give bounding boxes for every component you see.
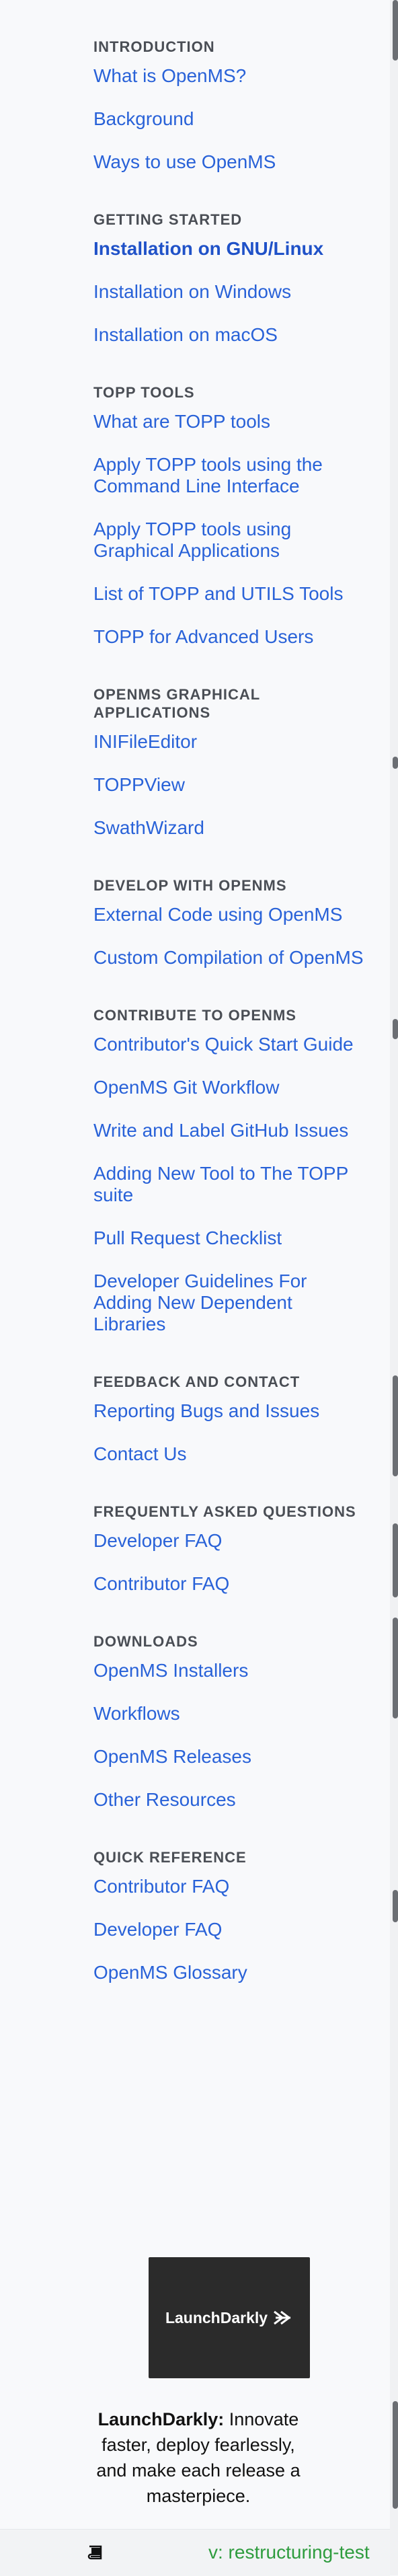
sidebar-section-caption: INTRODUCTION (93, 38, 215, 55)
launchdarkly-arrow-icon (274, 2310, 291, 2325)
sidebar-section: FEEDBACK AND CONTACT Reporting Bugs and I… (93, 1373, 369, 1465)
sidebar-section-caption: OPENMS GRAPHICAL APPLICATIONS (93, 686, 260, 721)
sidebar-link[interactable]: Apply TOPP tools using the Command Line … (93, 454, 369, 497)
sidebar-section: FREQUENTLY ASKED QUESTIONS Developer FAQ C… (93, 1503, 369, 1595)
version-footer[interactable]: v: restructuring-test (0, 2529, 390, 2576)
sidebar-link[interactable]: Developer Guidelines For Adding New Depe… (93, 1271, 369, 1335)
sidebar-section-caption: FEEDBACK AND CONTACT (93, 1373, 301, 1390)
scrollbar-mark (393, 1890, 398, 1922)
sidebar-link[interactable]: Apply TOPP tools using Graphical Applica… (93, 519, 369, 562)
sidebar-link[interactable]: OpenMS Git Workflow (93, 1077, 369, 1098)
sidebar-nav: INTRODUCTION What is OpenMS? Background Way… (93, 38, 369, 2005)
sidebar-link[interactable]: Background (93, 108, 369, 130)
sidebar-link[interactable]: List of TOPP and UTILS Tools (93, 583, 369, 605)
sidebar-section: INTRODUCTION What is OpenMS? Background Way… (93, 38, 369, 173)
sponsor-ad-headline: LaunchDarkly: (97, 2409, 225, 2429)
sidebar-link[interactable]: Reporting Bugs and Issues (93, 1400, 369, 1422)
sidebar-link[interactable]: Contributor FAQ (93, 1573, 369, 1595)
sidebar-link[interactable]: TOPP for Advanced Users (93, 626, 369, 648)
sidebar-section: TOPP TOOLS What are TOPP tools Apply TOPP … (93, 383, 369, 648)
sidebar-link[interactable]: Other Resources (93, 1789, 369, 1811)
scrollbar-mark (393, 1618, 398, 1718)
sidebar-section: DOWNLOADS OpenMS Installers Workflows OpenM… (93, 1632, 369, 1811)
sidebar-section: OPENMS GRAPHICAL APPLICATIONS INIFileEdit… (93, 685, 369, 839)
sidebar-link[interactable]: Pull Request Checklist (93, 1227, 369, 1249)
sidebar-section-caption: TOPP TOOLS (93, 384, 195, 401)
sponsor-ad-image[interactable]: LaunchDarkly (149, 2257, 310, 2378)
sidebar-section: QUICK REFERENCE Contributor FAQ Developer … (93, 1848, 369, 1983)
sidebar-section-caption: DOWNLOADS (93, 1633, 198, 1650)
sidebar-link[interactable]: Contributor FAQ (93, 1876, 369, 1897)
launchdarkly-logo-text: LaunchDarkly (165, 2308, 268, 2326)
sidebar-section-caption: QUICK REFERENCE (93, 1849, 247, 1866)
sidebar-section-caption: FREQUENTLY ASKED QUESTIONS (93, 1503, 356, 1520)
sidebar-link[interactable]: SwathWizard (93, 817, 369, 839)
scrollbar-mark (393, 757, 398, 769)
sidebar-link[interactable]: Developer FAQ (93, 1530, 369, 1552)
launchdarkly-logo: LaunchDarkly (165, 2309, 293, 2327)
sidebar-link[interactable]: OpenMS Releases (93, 1746, 369, 1768)
sidebar: INTRODUCTION What is OpenMS? Background Way… (0, 0, 390, 2576)
sidebar-link[interactable]: TOPPView (93, 774, 369, 796)
sidebar-link[interactable]: What is OpenMS? (93, 65, 369, 87)
sidebar-section-caption: CONTRIBUTE TO OPENMS (93, 1007, 296, 1024)
scrollbar-mark (393, 1523, 398, 1597)
sidebar-link[interactable]: INIFileEditor (93, 731, 369, 753)
sidebar-section: GETTING STARTED Installation on GNU/Linux… (93, 211, 369, 346)
sidebar-link[interactable]: Write and Label GitHub Issues (93, 1120, 369, 1141)
sponsor-ad-text[interactable]: LaunchDarkly: Innovate faster, deploy fe… (87, 2407, 309, 2509)
sidebar-link[interactable]: Installation on Windows (93, 281, 369, 303)
sidebar-link[interactable]: OpenMS Installers (93, 1660, 369, 1681)
sidebar-link[interactable]: Ways to use OpenMS (93, 151, 369, 173)
sidebar-link[interactable]: Contact Us (93, 1443, 369, 1465)
version-label: v: restructuring-test (208, 2542, 370, 2563)
sidebar-link[interactable]: Adding New Tool to The TOPP suite (93, 1163, 369, 1206)
scrollbar[interactable] (390, 0, 398, 2575)
sidebar-link[interactable]: Workflows (93, 1703, 369, 1725)
sidebar-link[interactable]: Developer FAQ (93, 1919, 369, 1940)
book-icon (87, 2545, 102, 2560)
scrollbar-mark (393, 1019, 398, 1039)
sidebar-link[interactable]: External Code using OpenMS (93, 904, 369, 925)
sidebar-section: DEVELOP WITH OPENMS External Code using O… (93, 876, 369, 969)
sidebar-link[interactable]: Custom Compilation of OpenMS (93, 947, 369, 969)
scrollbar-mark (393, 0, 398, 61)
scrollbar-mark (393, 2401, 398, 2509)
sidebar-link[interactable]: Installation on macOS (93, 324, 369, 346)
scrollbar-mark (393, 1375, 398, 1476)
sidebar-section: CONTRIBUTE TO OPENMS Contributor's Quick … (93, 1006, 369, 1335)
sidebar-link[interactable]: Contributor's Quick Start Guide (93, 1034, 369, 1055)
sidebar-section-caption: DEVELOP WITH OPENMS (93, 877, 287, 894)
sidebar-section-caption: GETTING STARTED (93, 211, 243, 228)
sidebar-link-current[interactable]: Installation on GNU/Linux (93, 238, 369, 260)
sidebar-link[interactable]: What are TOPP tools (93, 411, 369, 432)
sidebar-link[interactable]: OpenMS Glossary (93, 1962, 369, 1983)
